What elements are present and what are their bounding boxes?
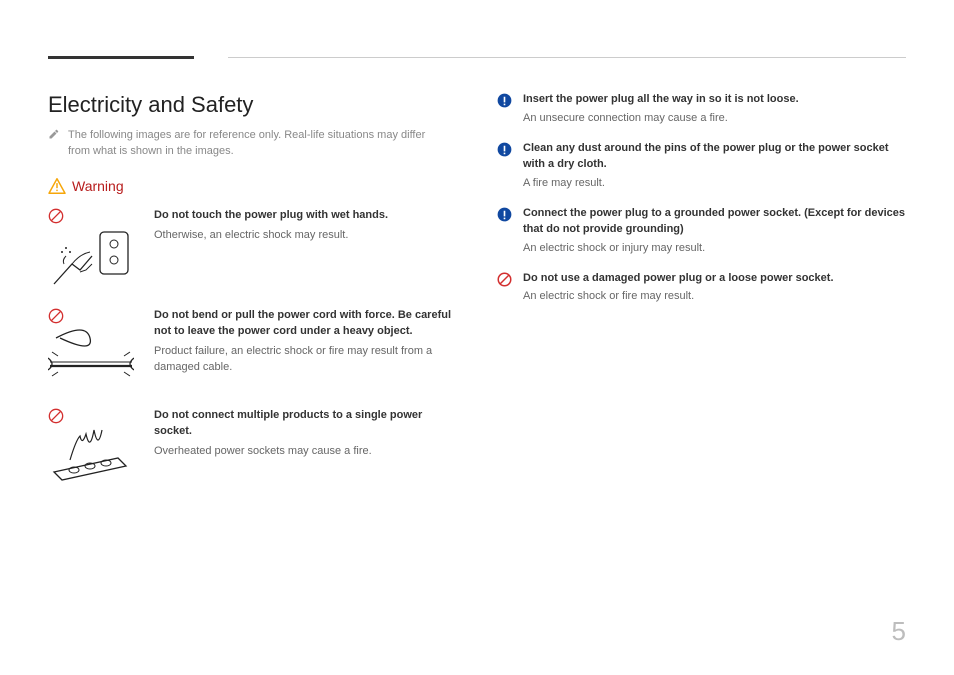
safety-text: Do not bend or pull the power cord with … (154, 308, 457, 386)
figure-column (48, 208, 138, 286)
safety-title: Do not touch the power plug with wet han… (154, 208, 457, 224)
notice-icon (497, 141, 513, 192)
safety-text: Connect the power plug to a grounded pow… (523, 206, 906, 257)
top-rule (48, 56, 906, 64)
left-column: Electricity and Safety The following ima… (48, 56, 457, 508)
section-heading: Electricity and Safety (48, 92, 457, 118)
safety-title: Do not use a damaged power plug or a loo… (523, 271, 834, 287)
safety-text: Do not touch the power plug with wet han… (154, 208, 457, 286)
figure-column (48, 408, 138, 486)
safety-sub: A fire may result. (523, 176, 906, 192)
illustration-wet-hands (48, 226, 134, 286)
safety-item: Do not use a damaged power plug or a loo… (497, 271, 906, 306)
page: Electricity and Safety The following ima… (0, 0, 954, 508)
safety-item: Do not touch the power plug with wet han… (48, 208, 457, 286)
rule-thin (228, 57, 906, 58)
safety-text: Clean any dust around the pins of the po… (523, 141, 906, 192)
safety-text: Insert the power plug all the way in so … (523, 92, 799, 127)
safety-title: Insert the power plug all the way in so … (523, 92, 799, 108)
prohibit-icon (48, 208, 64, 224)
rule-thick (48, 56, 194, 59)
safety-text: Do not connect multiple products to a si… (154, 408, 457, 486)
safety-item: Clean any dust around the pins of the po… (497, 141, 906, 192)
notice-icon (497, 206, 513, 257)
safety-sub: Otherwise, an electric shock may result. (154, 228, 457, 244)
warning-triangle-icon (48, 178, 66, 194)
pencil-icon (48, 128, 60, 140)
safety-sub: An electric shock or injury may result. (523, 241, 906, 257)
prohibit-icon (48, 308, 64, 324)
safety-title: Connect the power plug to a grounded pow… (523, 206, 906, 238)
prohibit-icon (497, 271, 513, 306)
reference-note-text: The following images are for reference o… (68, 128, 449, 160)
safety-item: Do not connect multiple products to a si… (48, 408, 457, 486)
right-column: Insert the power plug all the way in so … (497, 56, 906, 508)
safety-text: Do not use a damaged power plug or a loo… (523, 271, 834, 306)
safety-sub: An unsecure connection may cause a fire. (523, 111, 799, 127)
figure-column (48, 308, 138, 386)
illustration-overloaded-socket (48, 426, 134, 486)
page-number: 5 (892, 616, 906, 647)
safety-sub: Product failure, an electric shock or fi… (154, 344, 457, 376)
safety-title: Clean any dust around the pins of the po… (523, 141, 906, 173)
safety-title: Do not bend or pull the power cord with … (154, 308, 457, 340)
illustration-bent-cord (48, 326, 134, 386)
safety-sub: An electric shock or fire may result. (523, 289, 834, 305)
safety-item: Connect the power plug to a grounded pow… (497, 206, 906, 257)
safety-sub: Overheated power sockets may cause a fir… (154, 444, 457, 460)
warning-label: Warning (72, 178, 124, 194)
notice-icon (497, 92, 513, 127)
safety-item: Insert the power plug all the way in so … (497, 92, 906, 127)
safety-title: Do not connect multiple products to a si… (154, 408, 457, 440)
reference-note: The following images are for reference o… (48, 128, 457, 160)
prohibit-icon (48, 408, 64, 424)
safety-item: Do not bend or pull the power cord with … (48, 308, 457, 386)
warning-heading: Warning (48, 178, 457, 194)
